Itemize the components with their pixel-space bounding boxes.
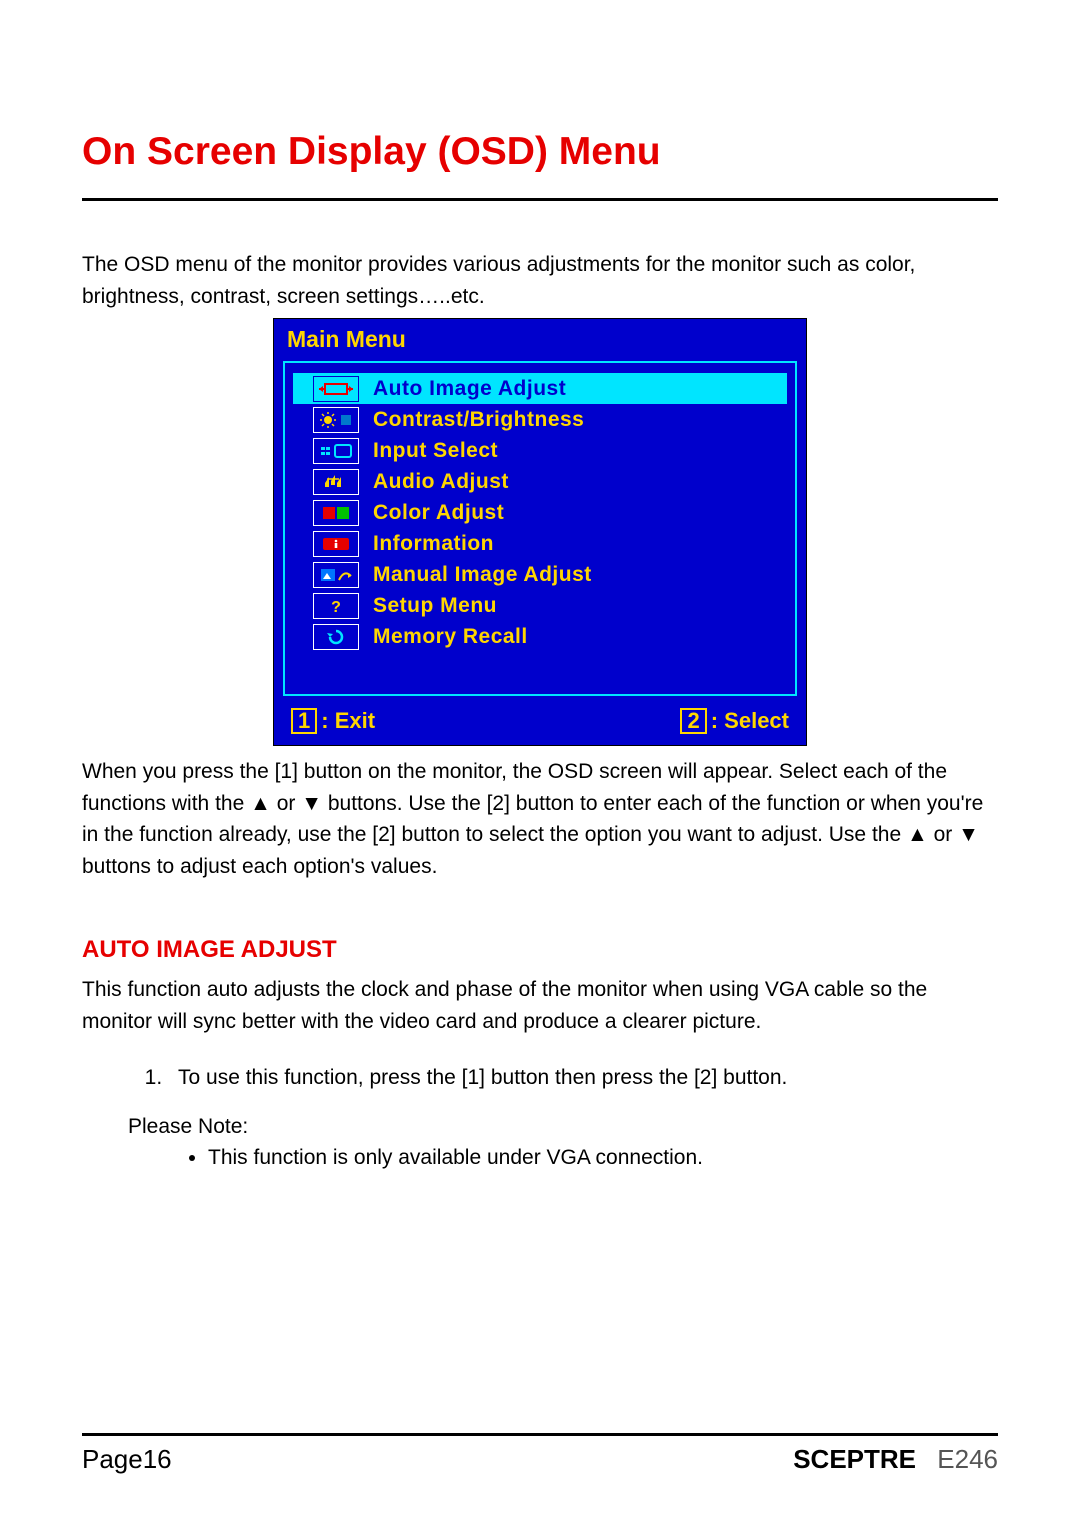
osd-item-memory-recall[interactable]: Memory Recall bbox=[293, 621, 787, 652]
key-1-icon: 1 bbox=[291, 708, 317, 734]
osd-item-label: Manual Image Adjust bbox=[373, 563, 787, 587]
osd-item-label: Contrast/Brightness bbox=[373, 408, 787, 432]
info-icon bbox=[313, 531, 359, 557]
osd-header: Main Menu bbox=[273, 318, 807, 357]
note-label: Please Note: bbox=[128, 1115, 998, 1139]
osd-instructions: When you press the [1] button on the mon… bbox=[82, 756, 998, 882]
page-title: On Screen Display (OSD) Menu bbox=[82, 130, 998, 174]
page-footer: Page16 SCEPTRE E246 bbox=[82, 1433, 998, 1475]
footer-divider bbox=[82, 1433, 998, 1436]
osd-item-label: Color Adjust bbox=[373, 501, 787, 525]
audio-icon bbox=[313, 469, 359, 495]
intro-paragraph: The OSD menu of the monitor provides var… bbox=[82, 249, 998, 312]
osd-item-label: Information bbox=[373, 532, 787, 556]
osd-item-audio[interactable]: Audio Adjust bbox=[293, 466, 787, 497]
brand-model: SCEPTRE E246 bbox=[793, 1444, 998, 1475]
osd-item-input-select[interactable]: Input Select bbox=[293, 435, 787, 466]
key-2-icon: 2 bbox=[680, 708, 706, 734]
model: E246 bbox=[937, 1444, 998, 1474]
section-heading: AUTO IMAGE ADJUST bbox=[82, 936, 998, 964]
memory-recall-icon bbox=[313, 624, 359, 650]
osd-menu: Main Menu Auto Image Adjust Contrast/Bri… bbox=[273, 318, 807, 746]
osd-item-information[interactable]: Information bbox=[293, 528, 787, 559]
osd-item-manual-image[interactable]: Manual Image Adjust bbox=[293, 559, 787, 590]
osd-item-label: Auto Image Adjust bbox=[373, 377, 787, 401]
osd-body: Auto Image Adjust Contrast/Brightness In… bbox=[283, 361, 797, 696]
osd-item-label: Audio Adjust bbox=[373, 470, 787, 494]
page-number: Page16 bbox=[82, 1444, 172, 1475]
section-body: This function auto adjusts the clock and… bbox=[82, 974, 998, 1037]
title-divider bbox=[82, 198, 998, 201]
note-item: This function is only available under VG… bbox=[208, 1141, 998, 1175]
osd-item-contrast[interactable]: Contrast/Brightness bbox=[293, 404, 787, 435]
osd-item-label: Input Select bbox=[373, 439, 787, 463]
brand: SCEPTRE bbox=[793, 1444, 916, 1474]
manual-image-icon bbox=[313, 562, 359, 588]
step-1: To use this function, press the [1] butt… bbox=[168, 1061, 998, 1095]
note-list: This function is only available under VG… bbox=[82, 1141, 998, 1175]
osd-item-label: Setup Menu bbox=[373, 594, 787, 618]
osd-item-setup[interactable]: ? Setup Menu bbox=[293, 590, 787, 621]
steps-list: To use this function, press the [1] butt… bbox=[82, 1061, 998, 1095]
osd-select-hint: 2: Select bbox=[680, 708, 789, 734]
svg-text:?: ? bbox=[331, 599, 341, 615]
osd-exit-hint: 1: Exit bbox=[291, 708, 375, 734]
color-icon bbox=[313, 500, 359, 526]
auto-image-icon bbox=[313, 376, 359, 402]
osd-item-label: Memory Recall bbox=[373, 625, 787, 649]
osd-item-auto-image[interactable]: Auto Image Adjust bbox=[293, 373, 787, 404]
brightness-icon bbox=[313, 407, 359, 433]
osd-item-color[interactable]: Color Adjust bbox=[293, 497, 787, 528]
input-select-icon bbox=[313, 438, 359, 464]
osd-footer: 1: Exit 2: Select bbox=[273, 702, 807, 746]
setup-icon: ? bbox=[313, 593, 359, 619]
